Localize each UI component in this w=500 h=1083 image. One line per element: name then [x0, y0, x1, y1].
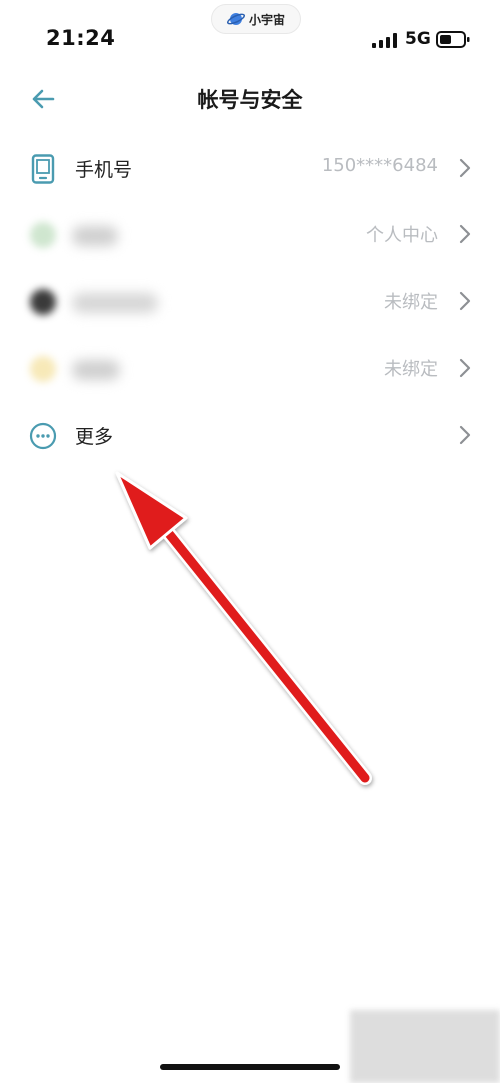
planet-icon [226, 13, 245, 25]
row-value: 150****6484 [321, 155, 438, 176]
chevron-right-icon [459, 224, 471, 244]
battery-icon [436, 31, 470, 48]
chevron-right-icon [459, 358, 471, 378]
arrow-left-icon [32, 89, 55, 109]
status-time: 21:24 [46, 26, 116, 50]
page-title: 帐号与安全 [197, 88, 303, 112]
chevron-right-icon [459, 425, 471, 445]
app-pill[interactable]: 小宇宙 [211, 4, 301, 34]
phone-icon [28, 154, 58, 184]
row-label: 手机号 [75, 159, 133, 181]
row-phone[interactable]: 手机号 150****6484 [0, 135, 500, 201]
back-button[interactable] [28, 84, 58, 114]
row-value: 未绑定 [384, 359, 438, 380]
blurred-label [72, 360, 120, 380]
network-type: 5G [405, 29, 431, 49]
row-binding-2[interactable]: 未绑定 [0, 335, 500, 401]
blurred-watermark [350, 1010, 500, 1083]
blurred-label [72, 293, 158, 313]
home-indicator [160, 1064, 340, 1070]
chevron-right-icon [459, 291, 471, 311]
chevron-right-icon [459, 158, 471, 178]
blurred-icon [28, 220, 58, 250]
row-value: 个人中心 [366, 225, 438, 246]
signal-icon [372, 33, 397, 48]
row-label: 更多 [75, 426, 114, 448]
more-dots-icon [28, 421, 58, 451]
row-binding-1[interactable]: 未绑定 [0, 268, 500, 334]
row-more[interactable]: 更多 [0, 402, 500, 468]
row-personal-center[interactable]: 个人中心 [0, 201, 500, 267]
blurred-icon [28, 287, 58, 317]
row-value: 未绑定 [384, 292, 438, 313]
blurred-icon [28, 354, 58, 384]
blurred-label [72, 226, 118, 246]
app-pill-label: 小宇宙 [248, 12, 285, 27]
